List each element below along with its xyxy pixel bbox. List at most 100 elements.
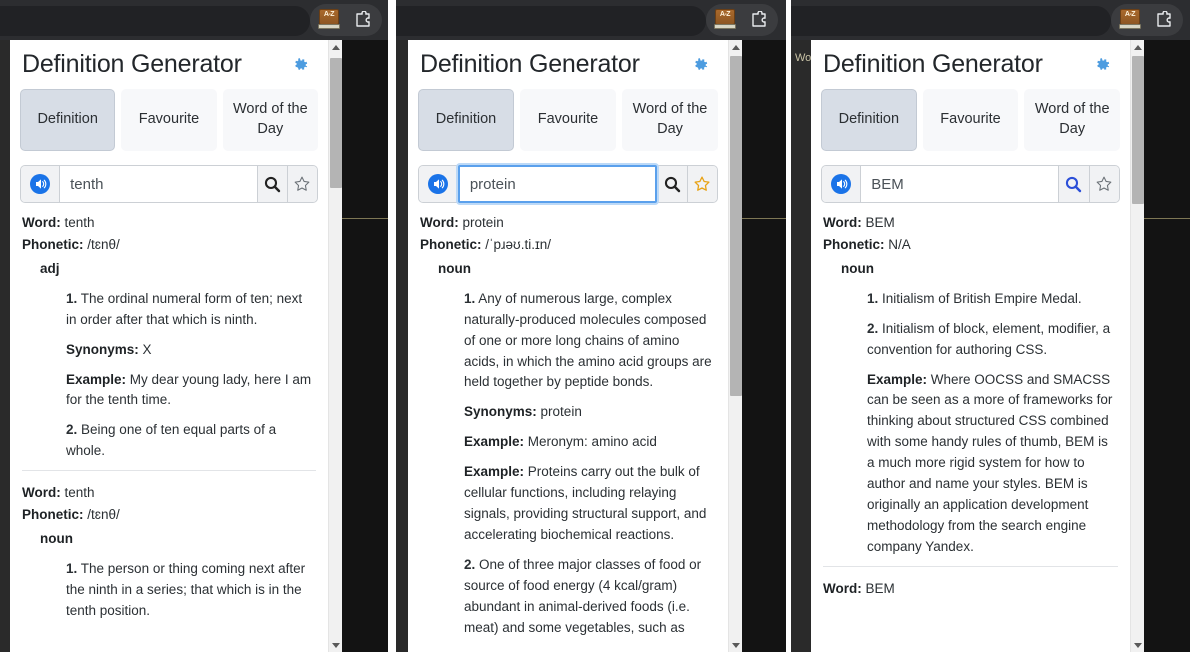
speaker-icon[interactable] [21,166,61,202]
definition-entry: Word: BEM Phonetic: N/A noun 1. Initiali… [823,213,1118,566]
puzzle-piece-icon[interactable] [1155,11,1173,29]
synonyms-text: protein [540,404,582,420]
scrollbar-thumb[interactable] [730,56,742,396]
word-value: tenth [64,215,95,230]
popup-scrollbar-3[interactable] [1130,40,1144,652]
speaker-icon[interactable] [419,166,458,202]
speaker-icon[interactable] [822,166,862,202]
search-icon[interactable] [256,166,287,202]
extension-popup-3: Definition Generator Definition Favourit… [811,40,1144,652]
address-bar-2[interactable] [396,6,706,36]
sense-text: The ordinal numeral form of ten; next in… [66,290,303,327]
page-background-1 [342,40,388,652]
book-az-icon[interactable]: A-Z [1119,9,1141,30]
search-input-2[interactable] [457,165,657,203]
synonyms-label: Synonyms: [66,341,139,357]
definition-sense: 2. One of three major classes of food or… [464,555,716,639]
sense-number: 1. [867,290,879,306]
word-value: BEM [865,215,895,230]
extension-toolbar-group-1: A-Z [310,4,382,36]
sense-number: 2. [464,556,476,572]
scroll-down-icon[interactable] [1131,638,1144,652]
scrollbar-thumb[interactable] [1132,56,1144,204]
star-icon[interactable] [286,166,317,202]
search-bar-3 [821,165,1120,203]
word-label: Word: [823,215,862,230]
page-left-sliver-3 [791,40,811,652]
scroll-up-icon[interactable] [729,40,742,54]
tab-word-of-the-day[interactable]: Word of the Day [622,89,718,151]
star-icon[interactable] [1088,166,1119,202]
address-bar-3[interactable] [791,6,1111,36]
phonetic-label: Phonetic: [22,236,84,252]
gear-icon[interactable] [690,55,710,75]
phonetic-value: /tɛnθ/ [87,236,120,252]
search-input-1[interactable] [60,166,257,202]
definition-sense: 1. The ordinal numeral form of ten; next… [66,289,316,331]
tab-favourite[interactable]: Favourite [520,89,616,151]
tab-favourite[interactable]: Favourite [121,89,217,151]
tab-definition[interactable]: Definition [20,89,116,151]
gear-icon[interactable] [1092,55,1112,75]
scroll-up-icon[interactable] [1131,40,1144,54]
puzzle-piece-icon[interactable] [354,11,372,29]
word-value: BEM [865,580,895,596]
popup-header-1: Definition Generator [10,40,328,83]
sense-number: 1. [66,560,78,576]
scrollbar-thumb[interactable] [330,58,342,188]
page-background-3 [1144,40,1190,652]
definitions-list-2: Word: protein Phonetic: /ˈpɹəʊ.ti.ɪn/ no… [408,203,728,647]
tab-bar-1: Definition Favourite Word of the Day [10,83,328,151]
browser-toolbar-3: A-Z [791,0,1190,40]
part-of-speech: noun [40,531,73,547]
sense-number: 1. [66,290,78,306]
address-bar-1[interactable] [0,6,310,36]
tab-word-of-the-day[interactable]: Word of the Day [1024,89,1121,151]
extension-toolbar-group-2: A-Z [706,4,778,36]
browser-window-1: A-Z Definition Generator Definition Favo… [0,0,388,652]
star-icon[interactable] [686,166,717,202]
search-bar-1 [20,165,318,203]
example-text: Where OOCSS and SMACSS can be seen as a … [867,371,1113,554]
popup-header-3: Definition Generator [811,40,1130,83]
example-row: Example: Meronym: amino acid [464,432,716,453]
search-input-3[interactable] [861,166,1059,202]
search-icon[interactable] [1058,166,1089,202]
extension-popup-1: Definition Generator Definition Favourit… [10,40,342,652]
browser-toolbar-2: A-Z [396,0,786,40]
part-of-speech: noun [841,260,874,276]
browser-window-2: A-Z Definition Generator Definition Favo… [396,0,786,652]
phonetic-label: Phonetic: [420,236,482,252]
book-az-icon[interactable]: A-Z [318,9,340,30]
browser-toolbar-1: A-Z [0,0,388,40]
gear-icon[interactable] [290,55,310,75]
scroll-up-icon[interactable] [329,40,342,54]
phonetic-label: Phonetic: [22,507,84,523]
definition-entry: Word: BEM [823,565,1118,609]
word-value: protein [462,215,504,230]
synonyms-label: Synonyms: [464,404,537,420]
sense-text: Being one of ten equal parts of a whole. [66,422,277,459]
tab-definition[interactable]: Definition [821,89,917,151]
example-label: Example: [867,371,928,387]
tab-bar-2: Definition Favourite Word of the Day [408,83,728,151]
book-az-icon[interactable]: A-Z [714,9,736,30]
popup-scrollbar-2[interactable] [728,40,742,652]
phonetic-value: N/A [888,236,911,252]
phonetic-value: /tɛnθ/ [87,507,120,523]
example-row: Example: Proteins carry out the bulk of … [464,462,716,546]
search-icon[interactable] [656,166,687,202]
tab-word-of-the-day[interactable]: Word of the Day [222,89,318,151]
search-section-3 [811,151,1130,203]
sense-text: Initialism of British Empire Medal. [882,290,1082,306]
word-value: tenth [64,485,95,501]
scroll-down-icon[interactable] [329,638,342,652]
scroll-down-icon[interactable] [729,638,742,652]
puzzle-piece-icon[interactable] [750,11,768,29]
popup-scrollbar-1[interactable] [328,40,342,652]
tab-definition[interactable]: Definition [418,89,514,151]
tab-favourite[interactable]: Favourite [922,89,1019,151]
synonyms-row: Synonyms: X [66,340,316,361]
page-background-2 [742,40,786,652]
part-of-speech: adj [40,260,60,276]
